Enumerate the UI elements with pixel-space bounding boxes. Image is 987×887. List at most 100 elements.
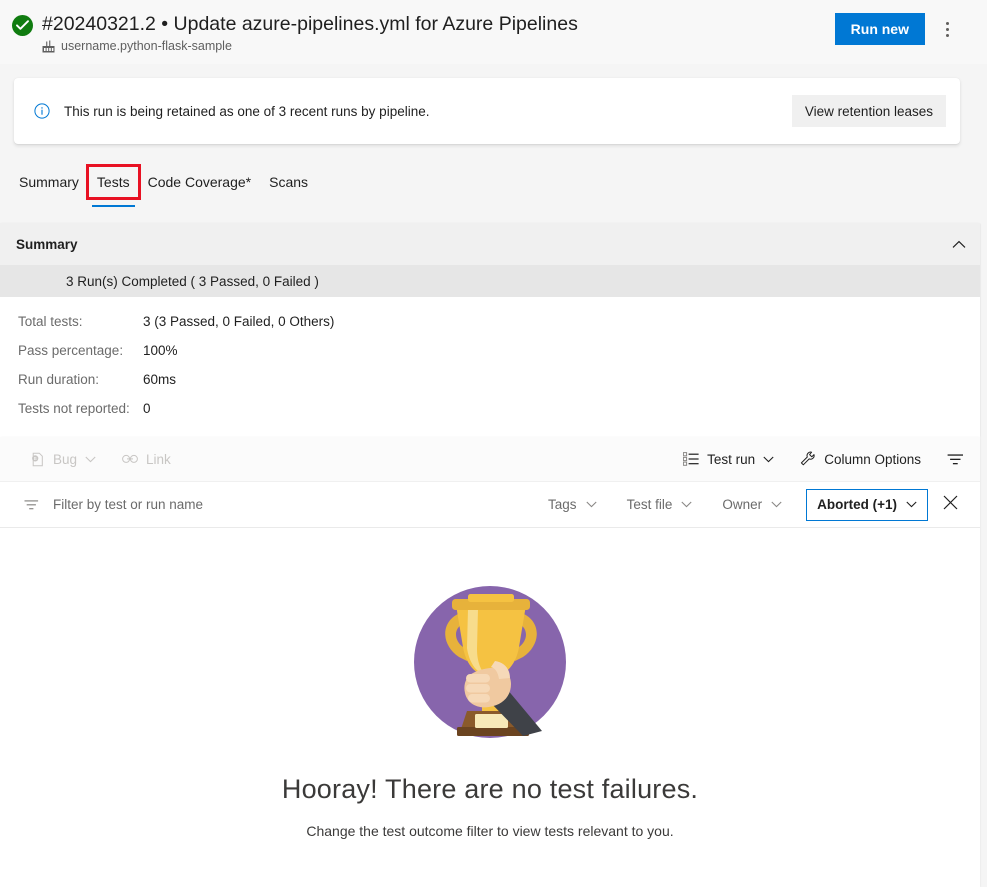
owner-filter[interactable]: Owner — [722, 497, 782, 512]
link-label: Link — [146, 451, 171, 467]
kebab-dot — [945, 33, 949, 37]
chevron-down-icon — [585, 501, 597, 508]
create-bug-button[interactable]: B Bug — [30, 452, 96, 467]
toolbar-right-group: Test run Column Options — [683, 451, 964, 467]
stat-value: 0 — [143, 401, 151, 416]
chevron-down-glyph — [906, 501, 917, 508]
stat-row: Run duration: 60ms — [18, 365, 980, 394]
page-header: #20240321.2 • Update azure-pipelines.yml… — [0, 0, 987, 64]
stat-label: Total tests: — [18, 314, 83, 329]
stat-value: 3 (3 Passed, 0 Failed, 0 Others) — [143, 314, 335, 329]
group-by-button[interactable]: Test run — [683, 452, 774, 467]
column-options-button[interactable]: Column Options — [800, 451, 921, 467]
pipeline-name: username.python-flask-sample — [61, 39, 232, 53]
empty-state: Hooray! There are no test failures. Chan… — [0, 528, 980, 839]
tab-scans[interactable]: Scans — [260, 160, 317, 204]
close-glyph — [943, 495, 957, 509]
filter-glyph — [24, 499, 39, 509]
run-new-button[interactable]: Run new — [834, 13, 925, 45]
results-toolbar: B Bug Link Test run Column Options — [0, 437, 980, 482]
more-actions-icon — [945, 20, 949, 38]
chevron-down-glyph — [85, 456, 96, 462]
create-bug-label: Bug — [53, 451, 78, 467]
svg-text:B: B — [34, 456, 37, 461]
close-icon — [943, 495, 958, 515]
stat-value: 100% — [143, 343, 178, 358]
chevron-down-icon — [763, 456, 774, 463]
empty-state-title: Hooray! There are no test failures. — [281, 774, 699, 804]
page-title: #20240321.2 • Update azure-pipelines.yml… — [42, 13, 578, 35]
stat-row: Pass percentage: 100% — [18, 336, 980, 365]
more-actions-button[interactable] — [931, 13, 963, 45]
group-by-icon — [683, 452, 699, 466]
filter-icon — [947, 453, 964, 466]
trophy-in-hand-illustration — [411, 583, 569, 746]
pipeline-breadcrumb[interactable]: username.python-flask-sample — [42, 39, 835, 53]
trophy-illustration-glyph — [414, 586, 566, 738]
retention-banner: This run is being retained as one of 3 r… — [14, 78, 960, 144]
check-glyph — [16, 20, 29, 30]
wrench-icon — [800, 451, 816, 467]
filter-toggle-button[interactable] — [947, 453, 964, 466]
filter-glyph — [947, 453, 963, 464]
test-file-filter-label: Test file — [626, 497, 673, 512]
tab-summary[interactable]: Summary — [10, 160, 88, 204]
summary-run-line: 3 Run(s) Completed ( 3 Passed, 0 Failed … — [0, 265, 980, 297]
tab-bar: Summary Tests Code Coverage* Scans — [0, 160, 987, 212]
group-by-label: Test run — [707, 451, 756, 467]
stat-label: Pass percentage: — [18, 343, 124, 358]
view-retention-leases-button[interactable]: View retention leases — [791, 95, 946, 127]
summary-heading: Summary — [16, 236, 78, 252]
chevron-down-icon — [906, 501, 917, 508]
success-check-icon — [12, 15, 33, 36]
clear-filters-button[interactable] — [934, 489, 966, 521]
empty-state-subtitle: Change the test outcome filter to view t… — [306, 823, 674, 839]
info-glyph — [34, 103, 50, 119]
kebab-dot — [945, 21, 949, 25]
header-actions: Run new — [834, 10, 963, 45]
stat-row: Total tests: 3 (3 Passed, 0 Failed, 0 Ot… — [18, 307, 980, 336]
tab-code-coverage[interactable]: Code Coverage* — [139, 160, 261, 204]
link-icon — [122, 453, 138, 465]
tab-tests[interactable]: Tests — [85, 164, 141, 207]
test-results-panel: B Bug Link Test run Column Options Filte… — [0, 437, 980, 887]
filter-input[interactable] — [51, 496, 471, 513]
tags-filter[interactable]: Tags — [548, 497, 597, 512]
chevron-down-icon — [85, 456, 96, 463]
chevron-up-glyph — [952, 240, 966, 248]
retention-banner-message: This run is being retained as one of 3 r… — [64, 103, 430, 119]
chevron-down-glyph — [763, 456, 774, 462]
link-glyph — [122, 454, 138, 463]
stat-value: 60ms — [143, 372, 177, 387]
column-options-label: Column Options — [824, 451, 921, 467]
chevron-down-icon — [681, 501, 692, 508]
summary-panel-header[interactable]: Summary — [0, 223, 980, 265]
pipeline-icon — [42, 40, 55, 53]
filter-input-group — [24, 496, 518, 513]
summary-stats: Total tests: 3 (3 Passed, 0 Failed, 0 Ot… — [0, 297, 980, 437]
filter-row: Tags Test file Owner — [0, 482, 980, 528]
chevron-up-icon[interactable] — [952, 240, 966, 249]
group-by-glyph — [683, 452, 699, 466]
bug-icon: B — [30, 452, 45, 467]
chevron-down-glyph — [681, 501, 692, 508]
pipeline-glyph — [42, 40, 55, 52]
outcome-filter[interactable]: Aborted (+1) — [806, 488, 928, 521]
stat-row: Tests not reported: 0 — [18, 394, 980, 423]
chevron-down-icon — [771, 501, 782, 508]
info-icon — [34, 103, 50, 119]
chevron-down-glyph — [771, 501, 782, 508]
link-button[interactable]: Link — [122, 452, 171, 467]
summary-panel: Summary 3 Run(s) Completed ( 3 Passed, 0… — [0, 223, 980, 437]
filter-icon — [24, 499, 39, 511]
bug-glyph: B — [32, 452, 43, 466]
chevron-down-glyph — [585, 501, 597, 508]
stat-label: Tests not reported: — [18, 401, 130, 416]
tags-filter-label: Tags — [548, 497, 577, 512]
outcome-filter-label: Aborted (+1) — [817, 497, 897, 512]
owner-filter-label: Owner — [722, 497, 763, 512]
stat-label: Run duration: — [18, 372, 100, 387]
test-file-filter[interactable]: Test file — [627, 497, 693, 512]
kebab-dot — [945, 27, 949, 31]
wrench-glyph — [801, 451, 815, 466]
